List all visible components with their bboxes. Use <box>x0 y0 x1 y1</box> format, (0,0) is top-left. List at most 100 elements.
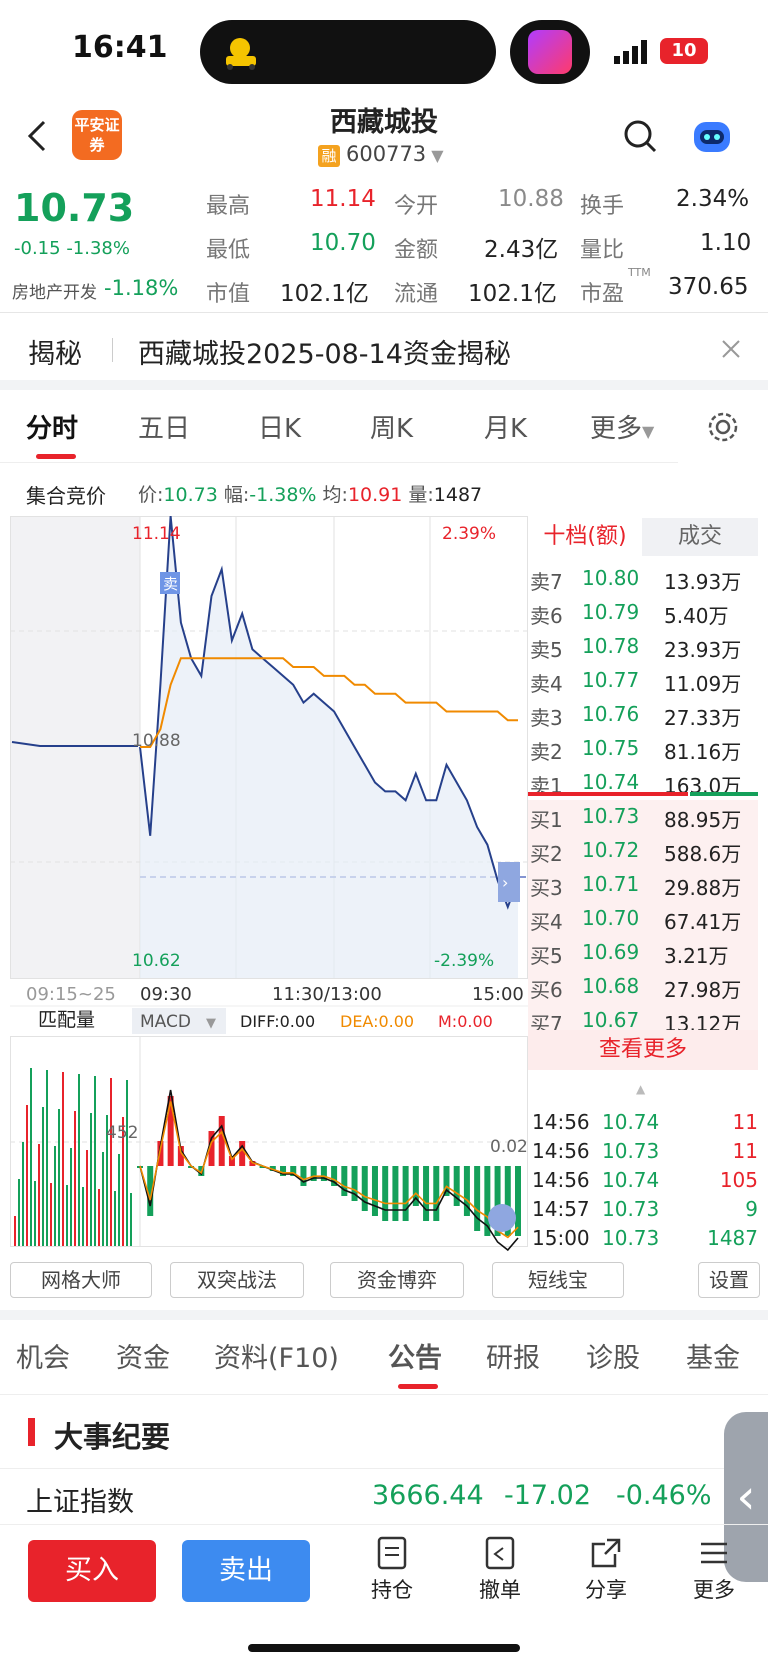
volume-bar <box>26 1105 28 1246</box>
delivery-icon <box>226 38 256 70</box>
level-amount: 27.98万 <box>664 978 742 1002</box>
section-gap <box>0 1310 768 1320</box>
section-marker <box>28 1418 35 1446</box>
price-area <box>140 516 518 978</box>
tab-more[interactable]: 更多▼ <box>590 408 654 445</box>
bid-row[interactable]: 买5 10.69 3.21万 <box>528 936 758 970</box>
high-label: 最高 <box>206 194 251 219</box>
level-price: 10.73 <box>582 804 640 828</box>
menu-icon <box>701 1542 727 1564</box>
stock-code-selector[interactable]: 融 600773 ▼ <box>318 142 444 167</box>
tab-f10[interactable]: 资料(F10) <box>214 1336 339 1375</box>
bid-row[interactable]: 买3 10.71 29.88万 <box>528 868 758 902</box>
divider <box>0 1524 768 1525</box>
tab-month-k[interactable]: 月K <box>484 408 527 445</box>
battery-level: 10 <box>671 40 697 61</box>
ask-row[interactable]: 卖7 10.80 13.93万 <box>528 562 758 596</box>
trade-tick-row: 14:56 10.74 105 <box>532 1168 758 1196</box>
sell-button[interactable]: 卖出 <box>182 1540 310 1602</box>
more-button[interactable]: 更多 <box>684 1536 744 1604</box>
divider <box>0 1468 768 1469</box>
chart-mid-price: 10.88 <box>132 731 181 751</box>
bid-row[interactable]: 买1 10.73 88.95万 <box>528 800 758 834</box>
settings-gear-icon[interactable] <box>706 410 740 444</box>
amount-label: 金额 <box>394 238 439 263</box>
level-price: 10.69 <box>582 940 640 964</box>
banner-text[interactable]: 西藏城投2025-08-14资金揭秘 <box>138 332 511 371</box>
tab-trades[interactable]: 成交 <box>642 518 758 556</box>
level-label: 卖2 <box>530 740 563 764</box>
share-button[interactable]: 分享 <box>576 1536 636 1604</box>
tab-diagnosis[interactable]: 诊股 <box>586 1336 640 1375</box>
macd-mark: 0.02 <box>490 1137 528 1157</box>
hold-button[interactable]: 持仓 <box>362 1536 422 1604</box>
volume-bar <box>50 1183 52 1246</box>
buy-button[interactable]: 买入 <box>28 1540 156 1602</box>
tab-five-day[interactable]: 五日 <box>138 408 190 445</box>
tab-week-k[interactable]: 周K <box>370 408 413 445</box>
ask-row[interactable]: 卖2 10.75 81.16万 <box>528 732 758 766</box>
sub-chart-bars <box>14 1068 521 1246</box>
volume-bar <box>82 1187 84 1246</box>
price-change: -0.15 -1.38% <box>14 238 130 259</box>
tool-grid-master[interactable]: 网格大师 <box>10 1262 152 1298</box>
tab-research[interactable]: 研报 <box>486 1336 540 1375</box>
macd-dea: DEA:0.00 <box>340 1012 414 1031</box>
sector-name[interactable]: 房地产开发 <box>12 278 97 303</box>
tab-ten-level[interactable]: 十档(额) <box>528 518 642 556</box>
intraday-chart[interactable]: 卖 › 11.14 2.39% 10.88 10.62 -2.39% 09:15… <box>10 516 528 1256</box>
level-price: 10.71 <box>582 872 640 896</box>
time-noon: 11:30/13:00 <box>272 984 382 1005</box>
volume-bar <box>78 1074 80 1246</box>
mcap-label: 市值 <box>206 282 251 307</box>
view-more-button[interactable]: 查看更多 <box>528 1030 758 1070</box>
level-label: 买3 <box>530 876 563 900</box>
tick-time: 14:56 <box>532 1110 590 1134</box>
status-time: 16:41 <box>72 30 168 65</box>
bid-row[interactable]: 买2 10.72 588.6万 <box>528 834 758 868</box>
search-icon[interactable] <box>622 118 658 154</box>
tab-fund[interactable]: 基金 <box>686 1336 740 1375</box>
level-label: 卖4 <box>530 672 563 696</box>
tab-intraday[interactable]: 分时 <box>26 408 78 445</box>
trade-tick-row: 15:00 10.73 1487 <box>532 1226 758 1254</box>
robot-assistant-icon[interactable] <box>690 116 734 156</box>
banner-tag: 揭秘 <box>28 339 82 370</box>
tab-funds[interactable]: 资金 <box>116 1336 170 1375</box>
tool-short-line[interactable]: 短线宝 <box>492 1262 624 1298</box>
chart-refresh-icon[interactable] <box>488 1204 516 1232</box>
tool-double-break[interactable]: 双突战法 <box>170 1262 304 1298</box>
bid-row[interactable]: 买4 10.70 67.41万 <box>528 902 758 936</box>
macd-label: MACD <box>140 1012 191 1032</box>
ask-row[interactable]: 卖6 10.79 5.40万 <box>528 596 758 630</box>
index-name[interactable]: 上证指数 <box>26 1480 134 1519</box>
tool-settings[interactable]: 设置 <box>698 1262 760 1298</box>
auction-label: 集合竞价 <box>26 484 106 508</box>
tick-volume: 11 <box>732 1139 758 1163</box>
tab-opportunity[interactable]: 机会 <box>16 1336 70 1375</box>
ask-row[interactable]: 卖5 10.78 23.93万 <box>528 630 758 664</box>
level-price: 10.76 <box>582 702 640 726</box>
ask-row[interactable]: 卖3 10.76 27.33万 <box>528 698 758 732</box>
margin-badge: 融 <box>318 145 340 167</box>
bid-row[interactable]: 买6 10.68 27.98万 <box>528 970 758 1004</box>
cancel-order-button[interactable]: 撤单 <box>470 1536 530 1604</box>
tool-fund-game[interactable]: 资金博弈 <box>330 1262 464 1298</box>
level-amount: 29.88万 <box>664 876 742 900</box>
pe-ttm: TTM <box>628 266 651 279</box>
caret-up-icon: ▲ <box>636 1082 646 1096</box>
sell-marker-text: 卖 <box>163 575 178 593</box>
macd-bar <box>382 1166 389 1221</box>
tab-announcement[interactable]: 公告 <box>388 1336 442 1375</box>
close-icon[interactable] <box>720 338 742 360</box>
tab-day-k[interactable]: 日K <box>258 408 301 445</box>
volume-bar <box>34 1181 36 1246</box>
level-amount: 27.33万 <box>664 706 742 730</box>
tick-price: 10.73 <box>602 1197 660 1221</box>
ask-row[interactable]: 卖4 10.77 11.09万 <box>528 664 758 698</box>
app-icon <box>528 30 572 74</box>
tab-underline <box>398 1384 438 1389</box>
chevron-down-icon: ▼ <box>642 422 655 441</box>
sub-chart-label[interactable]: 匹配量 <box>38 1009 95 1031</box>
macd-bar <box>392 1166 399 1221</box>
